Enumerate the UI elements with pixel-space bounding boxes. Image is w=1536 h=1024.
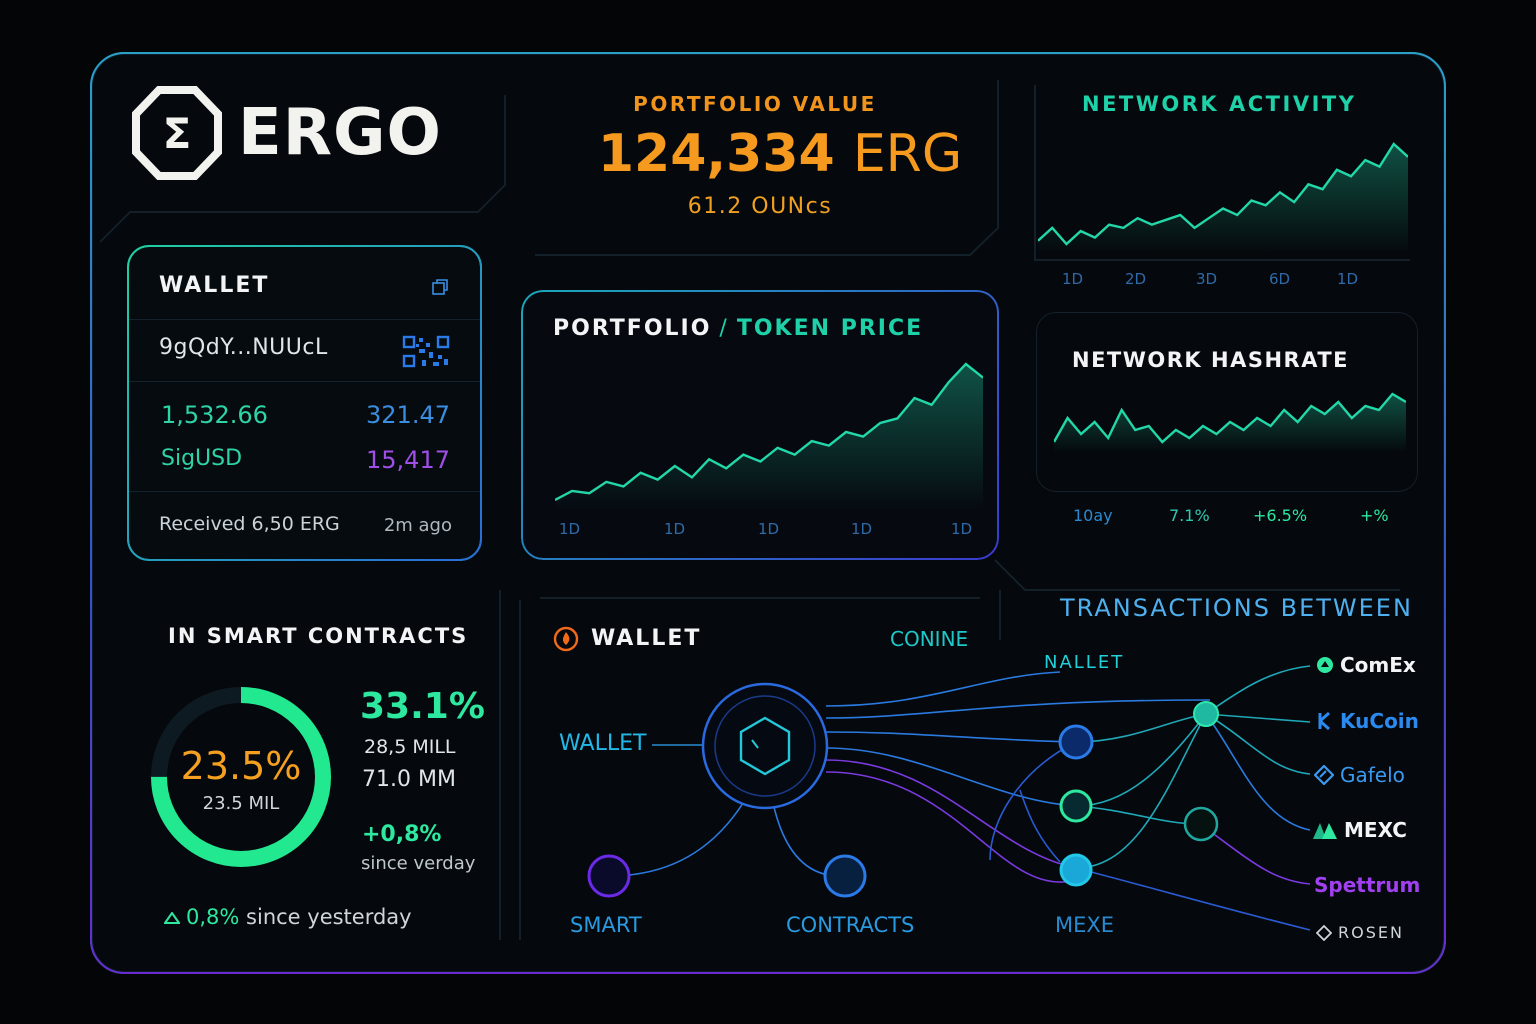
hashrate-stat: +% [1360,506,1389,525]
contracts-line-2: 71.0 MM [362,767,456,792]
price-chart-plot [555,362,983,510]
gauge-percent: 23.5% [180,744,302,788]
wallet-received-time: 2m ago [383,515,452,536]
exchange-spectrum[interactable]: Spettrum [1314,873,1420,897]
hashrate-stat: 10ay [1073,506,1113,525]
up-arrow-icon [163,911,181,924]
svg-text:Σ: Σ [163,109,192,158]
price-chart-title-left: PORTFOLIO [553,316,712,341]
flow-node-wallet[interactable]: WALLET [559,731,646,756]
exchange-name: KuCoin [1340,709,1419,733]
network-activity-x-tick: 3D [1196,270,1218,288]
network-activity-plot [1038,142,1408,254]
flow-node-smart[interactable]: SMART [570,913,642,937]
chart-series-line [555,362,983,502]
transactions-title: TRANSACTIONS BETWEEN [1060,594,1413,622]
portfolio-value-unit: ERG [852,124,963,184]
price-chart-x-tick: 1D [951,520,973,538]
ergo-logo-icon: Σ [132,86,222,180]
network-activity-x-tick: 6D [1269,270,1291,288]
wallet-balance-secondary: 321.47 [366,401,450,429]
price-chart-title-right: TOKEN PRICE [736,316,924,341]
network-activity-x-tick: 1D [1062,270,1084,288]
exchange-name: ROSEN [1338,923,1404,942]
smart-contracts-title: IN SMART CONTRACTS [168,624,469,648]
price-chart-x-tick: 1D [851,520,873,538]
exchange-name: Spettrum [1314,873,1421,897]
contracts-line-1: 28,5 MILL [364,736,456,758]
network-hashrate-plot [1054,392,1406,452]
exchange-comex[interactable]: ComEx [1316,653,1416,677]
footer-text: since yesterday [246,905,412,929]
network-activity-x-tick: 1D [1337,270,1359,288]
wallet-flow-title: WALLET [591,626,702,651]
price-chart-x-tick: 1D [758,520,780,538]
contracts-change: +0,8% [362,822,442,847]
exchange-name: MEXC [1344,818,1407,842]
hashrate-stat: +6.5% [1253,506,1308,525]
contracts-since: since verday [361,853,476,874]
price-chart-card: PORTFOLIO / TOKEN PRICE 1D 1D 1D 1D 1D [521,290,999,560]
exchange-kucoin[interactable]: KuCoin [1316,709,1419,733]
brand-name: ERGO [238,96,442,170]
portfolio-value-sub: 61.2 OUNcs [687,194,833,219]
transactions-mexe: MEXE [1055,913,1115,937]
network-activity-x-tick: 2D [1125,270,1147,288]
wallet-divider [129,319,480,320]
comex-icon [1317,657,1333,673]
portfolio-value-amount: 124,334 [597,124,835,184]
exchange-name: ComEx [1340,653,1416,677]
exchange-gafelo[interactable]: Gafelo [1314,763,1405,787]
gafelo-icon [1314,765,1334,785]
portfolio-value: 124,334 ERG [560,122,1000,186]
hashrate-stat: 7.1% [1169,506,1210,525]
chart-area [555,364,983,510]
transaction-flow-graph [587,665,1311,931]
kucoin-icon [1318,711,1330,731]
rosen-icon [1316,924,1332,941]
price-chart-x-tick: 1D [559,520,581,538]
wallet-token-value: 15,417 [366,446,450,474]
price-chart-x-tick: 1D [664,520,686,538]
transactions-nallet: NALLET [1044,652,1125,673]
price-chart-title: PORTFOLIO / TOKEN PRICE [553,316,923,341]
wallet-divider [129,491,480,492]
wallet-divider [129,381,480,382]
portfolio-value-title: PORTFOLIO VALUE [633,92,877,116]
mexc-icon [1313,823,1337,839]
exchange-name: Gafelo [1340,763,1405,787]
contracts-big-percent: 33.1% [360,686,485,727]
copy-icon[interactable] [430,277,450,297]
network-hashrate-title: NETWORK HASHRATE [1072,348,1350,372]
contracts-footer: 0,8% since yesterday [163,905,412,929]
wallet-card: WALLET 9gQdY...NUUcL 1,532.66 321.47 Sig… [127,245,482,561]
wallet-token-name: SigUSD [161,446,243,471]
exchange-mexc[interactable]: MEXC [1312,818,1407,842]
wallet-received: Received 6,50 ERG [159,513,340,535]
price-chart-title-separator: / [719,316,729,341]
exchange-rosen[interactable]: ROSEN [1316,923,1404,942]
footer-percent: 0,8% [186,905,240,929]
flame-icon [553,626,579,652]
wallet-address[interactable]: 9gQdY...NUUcL [159,335,328,360]
wallet-balance-primary: 1,532.66 [161,401,268,429]
gauge-sub: 23.5 MIL [202,793,280,814]
wallet-title: WALLET [159,273,270,298]
flow-node-contracts[interactable]: CONTRACTS [786,913,914,937]
network-activity-title: NETWORK ACTIVITY [1082,92,1357,116]
qr-code-icon[interactable] [402,335,450,369]
wallet-flow-coin[interactable]: CONINE [890,627,968,651]
